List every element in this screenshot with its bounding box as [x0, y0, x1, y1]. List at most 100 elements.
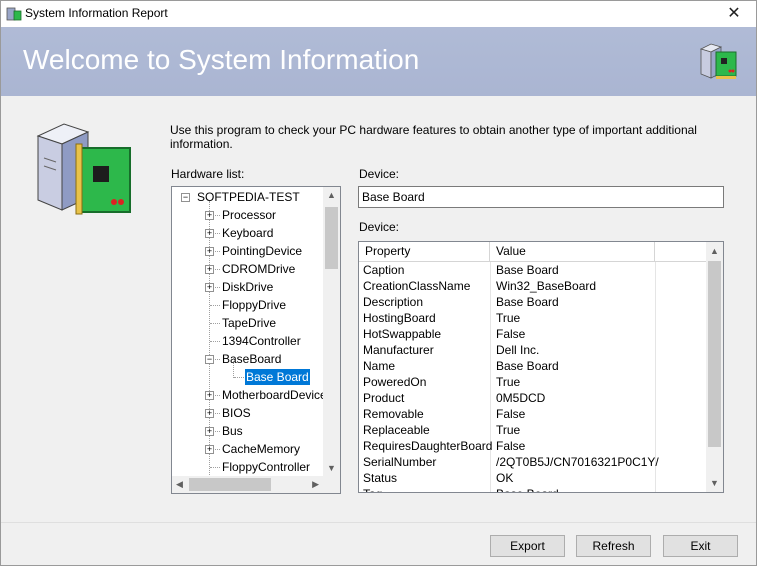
expand-icon[interactable]: +: [205, 391, 214, 400]
export-button[interactable]: Export: [490, 535, 565, 557]
scroll-up-icon[interactable]: ▲: [710, 246, 719, 256]
scroll-down-icon[interactable]: ▼: [327, 463, 336, 473]
tree-horizontal-scrollbar[interactable]: ◀ ▶: [172, 476, 323, 493]
expand-icon[interactable]: +: [205, 247, 214, 256]
value-cell: True: [496, 375, 521, 389]
device-field[interactable]: Base Board: [358, 186, 724, 208]
tree-item[interactable]: − BaseBoard: [172, 350, 323, 368]
title-bar: System Information Report ✕: [0, 0, 757, 27]
expand-icon[interactable]: +: [205, 265, 214, 274]
tree-item[interactable]: 1394Controller: [172, 332, 323, 350]
value-cell: Dell Inc.: [496, 343, 540, 357]
tree-item[interactable]: + Processor: [172, 206, 323, 224]
value-cell: 0M5DCD: [496, 391, 546, 405]
value-column-header[interactable]: Value: [490, 242, 655, 261]
tree-item-label: Base Board: [245, 369, 310, 385]
hardware-tree[interactable]: − SOFTPEDIA-TEST + Processor + Keyboard + Point…: [171, 186, 341, 494]
tree-item-label: 1394Controller: [222, 334, 301, 348]
tree-item[interactable]: TapeDrive: [172, 314, 323, 332]
tree-item[interactable]: + BIOS: [172, 404, 323, 422]
value-cell: True: [496, 311, 521, 325]
property-cell: SerialNumber: [363, 455, 437, 469]
tree-item[interactable]: + CacheMemory: [172, 440, 323, 458]
tree-item[interactable]: + CDROMDrive: [172, 260, 323, 278]
property-cell: HostingBoard: [363, 311, 436, 325]
close-button[interactable]: ✕: [711, 0, 757, 27]
scroll-right-icon[interactable]: ▶: [312, 479, 319, 490]
value-cell: Base Board: [496, 359, 559, 373]
collapse-icon[interactable]: −: [181, 193, 190, 202]
tree-item[interactable]: FloppyDrive: [172, 296, 323, 314]
property-cell: Product: [363, 391, 405, 405]
tree-item-label: FloppyController: [222, 460, 311, 474]
expand-icon[interactable]: +: [205, 229, 214, 238]
table-row[interactable]: Status OK: [359, 470, 708, 486]
collapse-icon[interactable]: −: [205, 355, 214, 364]
table-row[interactable]: PoweredOn True: [359, 374, 708, 390]
grid-vertical-scrollbar[interactable]: ▲ ▼: [706, 242, 723, 492]
scroll-left-icon[interactable]: ◀: [176, 479, 183, 490]
expand-icon[interactable]: +: [205, 445, 214, 454]
tree-item[interactable]: Base Board: [172, 368, 323, 386]
expand-icon[interactable]: +: [205, 283, 214, 292]
table-row[interactable]: Removable False: [359, 406, 708, 422]
tree-vertical-scrollbar[interactable]: ▲ ▼: [323, 187, 340, 476]
table-row[interactable]: Caption Base Board: [359, 262, 708, 278]
table-row[interactable]: HostingBoard True: [359, 310, 708, 326]
tree-item-label: MotherboardDevice: [222, 388, 327, 402]
property-cell: HotSwappable: [363, 327, 442, 341]
tree-item-label: CDROMDrive: [222, 262, 296, 276]
tree-item[interactable]: + DiskDrive: [172, 278, 323, 296]
grid-header: Property Value: [359, 242, 708, 262]
grid-scroll-thumb[interactable]: [708, 261, 721, 447]
tree-item-label: BaseBoard: [222, 352, 282, 366]
tree-item-label: BIOS: [222, 406, 251, 420]
table-row[interactable]: Replaceable True: [359, 422, 708, 438]
tree-item[interactable]: + MotherboardDevice: [172, 386, 327, 404]
table-row[interactable]: SerialNumber/2QT0B5J/CN7016321P0C1Y/: [359, 454, 708, 470]
value-cell: True: [496, 423, 521, 437]
table-row[interactable]: Description Base Board: [359, 294, 708, 310]
table-row[interactable]: Manufacturer Dell Inc.: [359, 342, 708, 358]
tree-item[interactable]: + Bus: [172, 422, 323, 440]
property-cell: Description: [363, 295, 424, 309]
expand-icon[interactable]: +: [205, 409, 214, 418]
property-cell: Status: [363, 471, 398, 485]
tree-scroll-thumb[interactable]: [325, 207, 338, 269]
refresh-button[interactable]: Refresh: [576, 535, 651, 557]
exit-button[interactable]: Exit: [663, 535, 738, 557]
value-cell: Base Board: [496, 263, 559, 277]
device-label: Device:: [359, 167, 400, 181]
tree-item-label: Bus: [222, 424, 243, 438]
scroll-up-icon[interactable]: ▲: [327, 190, 336, 200]
tree-item[interactable]: + Keyboard: [172, 224, 323, 242]
table-row[interactable]: HotSwappable False: [359, 326, 708, 342]
app-icon: [6, 7, 22, 21]
table-row[interactable]: CreationClassName Win32_BaseBoard: [359, 278, 708, 294]
value-cell: Base Board: [492, 486, 559, 492]
hardware-icon: [36, 123, 131, 215]
computer-card-icon: [699, 43, 737, 79]
tree-item-label: DiskDrive: [222, 280, 274, 294]
expand-icon[interactable]: +: [205, 427, 214, 436]
tree-hscroll-thumb[interactable]: [189, 478, 271, 491]
scroll-down-icon[interactable]: ▼: [710, 478, 719, 488]
device-grid-label: Device:: [359, 220, 400, 234]
property-cell: PoweredOn: [363, 375, 427, 389]
tree-item-label: TapeDrive: [222, 316, 277, 330]
intro-text: Use this program to check your PC hardwa…: [170, 123, 697, 151]
table-row[interactable]: Product 0M5DCD: [359, 390, 708, 406]
expand-icon[interactable]: +: [205, 211, 214, 220]
value-cell: Base Board: [496, 295, 559, 309]
property-grid[interactable]: Property Value Caption Base Board Creation…: [358, 241, 724, 493]
tree-item-label: PointingDevice: [222, 244, 303, 258]
property-cell: Tag: [359, 486, 382, 492]
tree-item[interactable]: FloppyController: [172, 458, 323, 476]
tree-item[interactable]: + PointingDevice: [172, 242, 323, 260]
table-row[interactable]: RequiresDaughterBoard False: [359, 438, 708, 454]
table-row[interactable]: Tag Base Board: [359, 486, 708, 492]
property-cell: Name: [363, 359, 396, 373]
value-cell: /2QT0B5J/CN7016321P0C1Y/: [496, 455, 659, 469]
property-column-header[interactable]: Property: [359, 242, 490, 261]
table-row[interactable]: Name Base Board: [359, 358, 708, 374]
